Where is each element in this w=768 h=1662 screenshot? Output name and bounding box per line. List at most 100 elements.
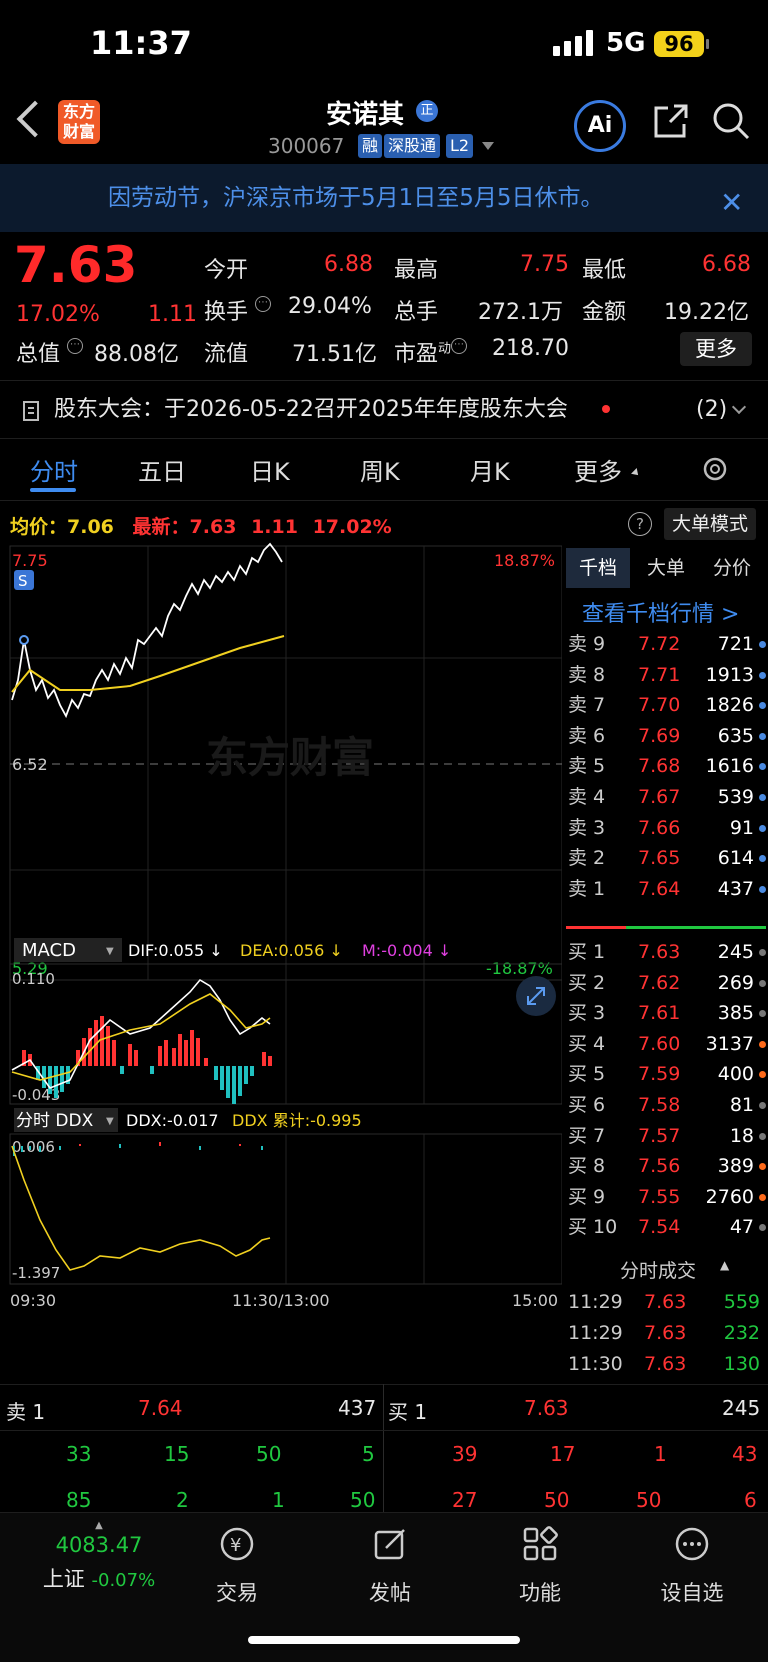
ask-row[interactable]: 卖 5 7.68 1616	[566, 750, 766, 782]
pe-value: 218.70	[492, 336, 569, 361]
share-icon[interactable]	[650, 102, 690, 142]
nav-post[interactable]: 发帖	[330, 1512, 450, 1607]
index-name: 上证	[42, 1567, 85, 1591]
intraday-chart[interactable]: 东方财富 7.75 6.52 5.29 18.87% -18.87% S MAC…	[0, 540, 562, 1340]
index-change: -0.07%	[91, 1570, 156, 1591]
help-icon[interactable]: ?	[628, 512, 652, 536]
ask-row[interactable]: 卖 9 7.72 721	[566, 628, 766, 660]
ask-row[interactable]: 卖 7 7.70 1826	[566, 689, 766, 721]
ask-row[interactable]: 卖 6 7.69 635	[566, 720, 766, 752]
active-tab-indicator	[30, 488, 76, 492]
volume-label: 总手	[394, 300, 439, 325]
chevron-up-icon[interactable]: ▲	[720, 1258, 729, 1272]
settings-icon[interactable]	[700, 454, 730, 484]
orderbook-tabs: 千档 大单 分价	[566, 548, 768, 588]
home-indicator[interactable]	[248, 1636, 520, 1644]
nav-trade[interactable]: ¥ 交易	[177, 1512, 297, 1607]
info-icon: ⋯	[255, 296, 272, 312]
network-type: 5G	[606, 28, 646, 58]
tab-daily-k[interactable]: 日K	[250, 452, 290, 487]
sell-queue-item: 2	[176, 1488, 189, 1512]
edit-icon	[374, 1529, 405, 1560]
mcap-label: 总值 ⋯	[16, 336, 84, 368]
signal-icon	[553, 30, 593, 56]
bid-row[interactable]: 买 2 7.62 269	[566, 967, 766, 999]
high-value: 7.75	[520, 252, 569, 277]
tab-big-orders[interactable]: 大单	[634, 548, 698, 588]
buy1-price: 7.63	[524, 1396, 569, 1420]
search-icon[interactable]	[710, 100, 754, 144]
shareholder-meeting-row[interactable]: 股东大会：于2026-05-22召开2025年年度股东大会 (2)	[0, 382, 768, 438]
back-icon[interactable]	[16, 100, 54, 138]
sell-queue-item: 50	[256, 1442, 282, 1466]
verified-badge: 正	[416, 100, 438, 122]
more-dots-icon	[675, 1527, 709, 1561]
bid-row[interactable]: 买 7 7.57 18	[566, 1120, 766, 1152]
sell-queue-item: 15	[164, 1442, 190, 1466]
sell-queue-item: 85	[66, 1488, 92, 1512]
tab-five-day[interactable]: 五日	[138, 452, 186, 487]
trade-row: 11:29 7.63 559	[568, 1291, 760, 1313]
more-button[interactable]: 更多	[680, 332, 752, 366]
time-mid: 11:30/13:00	[232, 1291, 330, 1310]
close-icon[interactable]: ✕	[720, 186, 743, 219]
buy-queue-item: 27	[452, 1488, 478, 1512]
bid-row[interactable]: 买 3 7.61 385	[566, 997, 766, 1029]
more-triangle-icon	[631, 468, 641, 478]
divider	[0, 1430, 768, 1431]
stock-detail-page: { "status": {"time": "11:37", "network":…	[0, 0, 768, 1662]
ask-row[interactable]: 卖 2 7.65 614	[566, 842, 766, 874]
big-order-mode-button[interactable]: 大单模式	[664, 508, 756, 540]
svg-text:¥: ¥	[230, 1535, 241, 1556]
tab-thousand-levels[interactable]: 千档	[566, 548, 630, 588]
sell-queue-item: 5	[362, 1442, 375, 1466]
tab-monthly-k[interactable]: 月K	[470, 452, 510, 487]
buy1-volume: 245	[722, 1396, 761, 1420]
buy-queue-item: 1	[654, 1442, 667, 1466]
bid-row[interactable]: 买 1 7.63 245	[566, 936, 766, 968]
tab-weekly-k[interactable]: 周K	[360, 452, 400, 487]
tab-intraday[interactable]: 分时	[30, 452, 78, 487]
avg-latest-bar: 均价：7.06 最新：7.63 1.11 17.02%	[10, 516, 392, 538]
sell1-volume: 437	[338, 1396, 377, 1420]
battery-tip	[706, 39, 709, 49]
bid-row[interactable]: 买 9 7.55 2760	[566, 1181, 766, 1213]
yuan-icon: ¥	[220, 1527, 254, 1561]
y-mid-label: 6.52	[12, 755, 48, 774]
eastmoney-logo: 东方 财富	[58, 100, 100, 144]
view-thousand-levels-link[interactable]: 查看千档行情 >	[582, 596, 739, 628]
buy-queue-item: 6	[744, 1488, 757, 1512]
signal-marker	[19, 635, 29, 645]
nav-add-watchlist[interactable]: 设自选	[632, 1512, 752, 1607]
chevron-down-icon[interactable]	[482, 142, 494, 150]
sell-queue-item: 33	[66, 1442, 92, 1466]
tab-more[interactable]: 更多	[574, 452, 622, 487]
bid-row[interactable]: 买 5 7.59 400	[566, 1058, 766, 1090]
ai-assistant-button[interactable]: Ai	[574, 100, 626, 152]
float-label: 流值	[204, 342, 249, 367]
change-amount: 1.11	[148, 302, 197, 327]
ask-row[interactable]: 卖 4 7.67 539	[566, 781, 766, 813]
bid-row[interactable]: 买 6 7.58 81	[566, 1089, 766, 1121]
ask-row[interactable]: 卖 1 7.64 437	[566, 873, 766, 905]
macd-bottom-label: -0.043	[12, 1086, 60, 1104]
index-ticker[interactable]: ▲ 4083.47 上证 -0.07%	[24, 1520, 174, 1593]
pct-top-label: 18.87%	[494, 551, 555, 570]
ask-row[interactable]: 卖 3 7.66 91	[566, 812, 766, 844]
watermark: 东方财富	[206, 734, 374, 781]
divider	[0, 438, 768, 439]
turnover-label: 换手 ⋯	[204, 294, 272, 326]
bid-row[interactable]: 买 8 7.56 389	[566, 1150, 766, 1182]
bid-row[interactable]: 买 4 7.60 3137	[566, 1028, 766, 1060]
document-icon	[23, 401, 39, 421]
stock-name: 安诺其	[326, 100, 405, 130]
meeting-text: 股东大会：于2026-05-22召开2025年年度股东大会	[54, 397, 568, 422]
trades-title[interactable]: 分时成交	[620, 1256, 696, 1283]
ask-row[interactable]: 卖 8 7.71 1913	[566, 659, 766, 691]
nav-functions[interactable]: 功能	[480, 1512, 600, 1607]
volume-value: 272.1万	[478, 300, 563, 325]
bid-row[interactable]: 买 10 7.54 47	[566, 1211, 766, 1243]
tab-price-distribution[interactable]: 分价	[700, 548, 764, 588]
grid-icon	[523, 1526, 558, 1561]
divider	[0, 1384, 768, 1385]
